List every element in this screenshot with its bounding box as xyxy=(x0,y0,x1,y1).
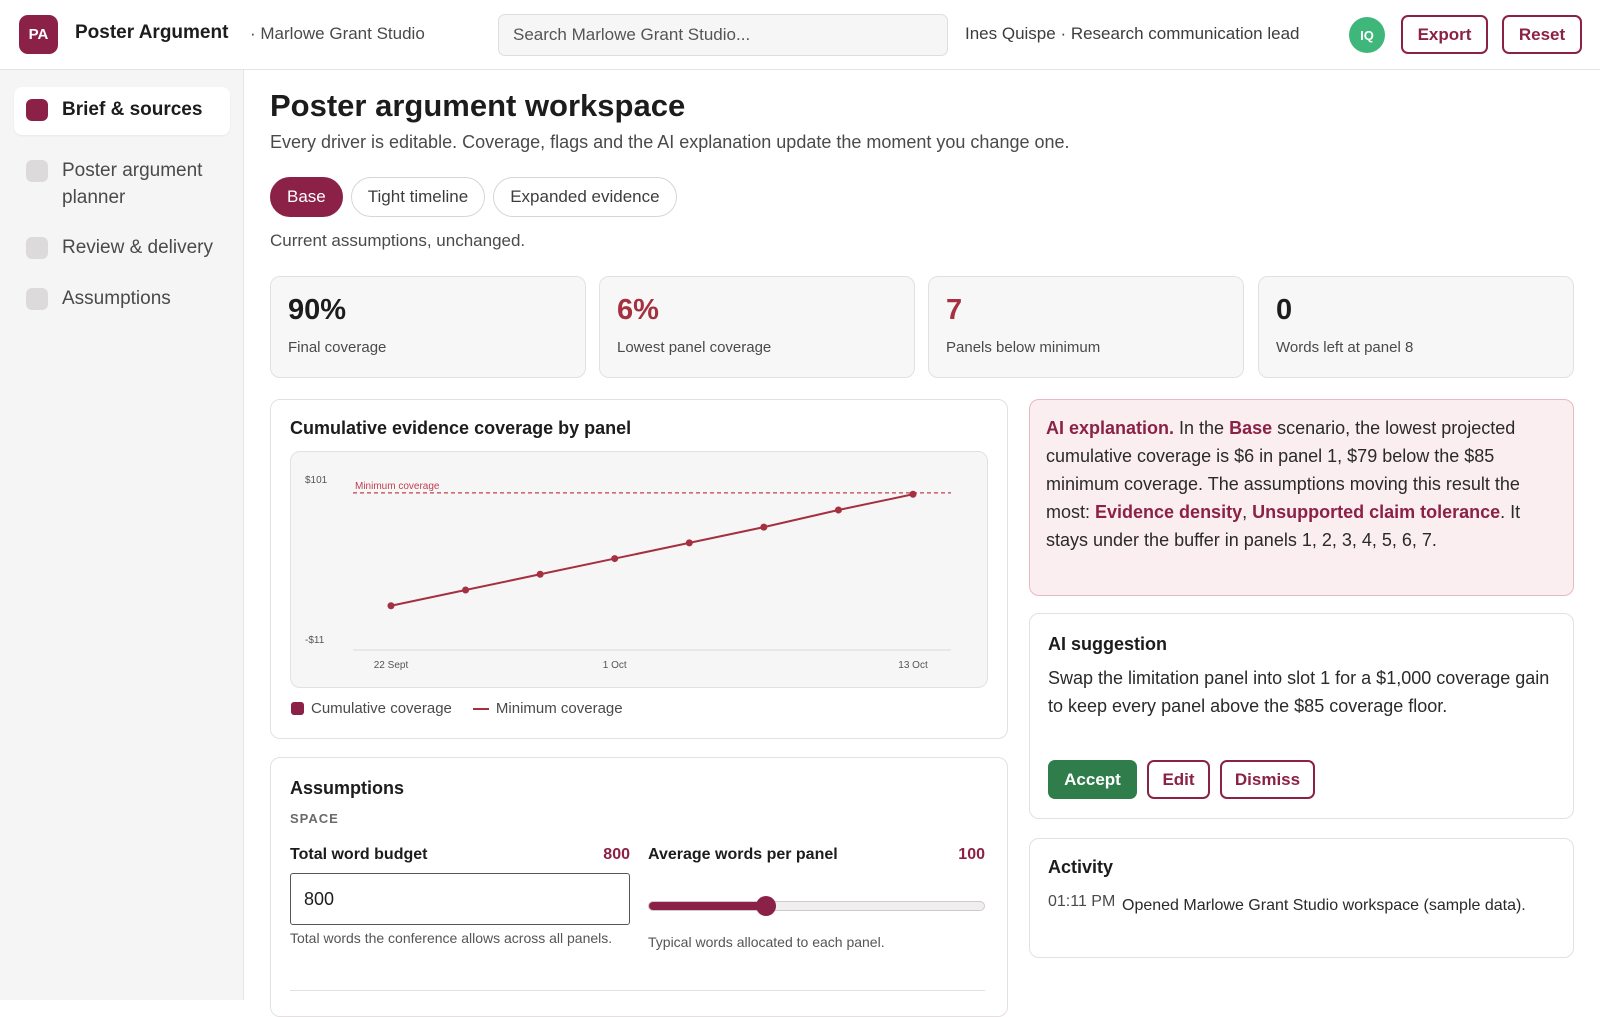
tab-tight-timeline[interactable]: Tight timeline xyxy=(350,177,486,217)
sidebar: Brief & sources Poster argument planner … xyxy=(0,70,244,1000)
kpi-lowest-panel-coverage: 6% Lowest panel coverage xyxy=(599,276,915,378)
suggestion-text: Swap the limitation panel into slot 1 fo… xyxy=(1048,668,1550,716)
avg-words-slider[interactable] xyxy=(648,896,985,916)
avg-words-value: 100 xyxy=(958,846,985,863)
chart-legend: Cumulative coverage Minimum coverage xyxy=(291,700,623,717)
scenario-note: Current assumptions, unchanged. xyxy=(270,231,526,250)
chart-area: $101 -$11 Minimum coverage 22 Sept 1 Oct 13 O… xyxy=(290,451,988,688)
y-tick-label: $101 xyxy=(305,475,328,486)
slider-fill xyxy=(649,902,767,910)
word-budget-value: 800 xyxy=(603,846,630,863)
ai-text-part: , xyxy=(1242,502,1253,522)
kpi-label: Words left at panel 8 xyxy=(1276,339,1414,356)
nav-marker-icon xyxy=(26,160,48,182)
nav-marker-icon xyxy=(26,288,48,310)
section-label-space: SPACE xyxy=(290,811,339,826)
suggestion-title: AI suggestion xyxy=(1048,634,1168,654)
reset-button[interactable]: Reset xyxy=(1502,15,1582,54)
kpi-label: Final coverage xyxy=(288,339,387,356)
word-budget-input[interactable] xyxy=(290,873,630,925)
kpi-label: Panels below minimum xyxy=(946,339,1101,356)
ai-driver-evidence-density: Evidence density xyxy=(1095,502,1243,522)
data-point xyxy=(462,586,470,594)
page-title: Poster argument workspace xyxy=(270,88,686,123)
kpi-final-coverage: 90% Final coverage xyxy=(270,276,586,378)
export-button[interactable]: Export xyxy=(1401,15,1488,54)
legend-swatch-icon xyxy=(291,702,304,715)
word-budget-label: Total word budget xyxy=(290,846,428,863)
data-point xyxy=(760,523,768,531)
kpi-value: 90% xyxy=(288,294,347,326)
nav-marker-icon xyxy=(26,237,48,259)
ai-explanation-lead: AI explanation. xyxy=(1046,418,1175,438)
x-tick-label: 13 Oct xyxy=(898,660,928,671)
search-input[interactable] xyxy=(498,14,948,56)
coverage-chart: $101 -$11 Minimum coverage 22 Sept 1 Oct 13 O… xyxy=(305,475,951,671)
series-line xyxy=(390,493,914,607)
sidebar-item-review-delivery[interactable]: Review & delivery xyxy=(14,225,230,273)
avatar[interactable]: IQ xyxy=(1349,17,1385,53)
y-tick-label: -$11 xyxy=(305,635,325,646)
activity-card: Activity 01:11 PM Opened Marlowe Grant S… xyxy=(1029,838,1574,958)
user-info: Ines Quispe · Research communication lea… xyxy=(965,24,1300,43)
dismiss-button[interactable]: Dismiss xyxy=(1220,760,1315,799)
sidebar-item-assumptions[interactable]: Assumptions xyxy=(14,276,230,324)
sidebar-item-poster-argument-planner[interactable]: Poster argument planner xyxy=(14,148,230,223)
divider xyxy=(290,990,985,991)
page-subtitle: Every driver is editable. Coverage, flag… xyxy=(270,132,1070,152)
ai-scenario-name: Base xyxy=(1229,418,1273,438)
slider-thumb[interactable] xyxy=(756,896,777,916)
ai-text-part: In the xyxy=(1174,418,1230,438)
workspace-name: · Marlowe Grant Studio xyxy=(250,24,425,43)
legend-threshold-label: Minimum coverage xyxy=(495,700,623,717)
data-point xyxy=(909,490,917,498)
assumptions-title: Assumptions xyxy=(290,778,405,798)
sidebar-item-label: Assumptions xyxy=(62,288,171,309)
threshold-label: Minimum coverage xyxy=(355,481,440,492)
accept-button[interactable]: Accept xyxy=(1048,760,1137,799)
ai-suggestion-card: AI suggestion Swap the limitation panel … xyxy=(1029,613,1574,819)
kpi-value: 6% xyxy=(617,294,659,326)
legend-line-icon xyxy=(472,707,489,710)
kpi-value: 7 xyxy=(946,294,963,326)
activity-time: 01:11 PM xyxy=(1048,893,1116,910)
kpi-label: Lowest panel coverage xyxy=(617,339,772,356)
assumptions-card: Assumptions SPACE Total word budget 800 … xyxy=(270,757,1008,1017)
data-point xyxy=(536,570,544,578)
data-point xyxy=(387,602,395,610)
x-tick-label: 22 Sept xyxy=(374,660,409,671)
tab-base[interactable]: Base xyxy=(270,177,343,217)
avg-words-label: Average words per panel xyxy=(648,846,838,863)
sidebar-item-brief-sources[interactable]: Brief & sources xyxy=(14,87,230,135)
ai-driver-unsupported-claim: Unsupported claim tolerance xyxy=(1252,502,1501,522)
avg-words-help: Typical words allocated to each panel. xyxy=(648,934,885,950)
word-budget-help: Total words the conference allows across… xyxy=(290,930,613,946)
ai-explanation-card: AI explanation. In the Base scenario, th… xyxy=(1029,399,1574,596)
chart-title: Cumulative evidence coverage by panel xyxy=(290,418,632,438)
app-title: Poster Argument xyxy=(75,22,229,43)
kpi-words-left: 0 Words left at panel 8 xyxy=(1258,276,1574,378)
sidebar-item-label: Poster argument planner xyxy=(62,160,203,208)
data-point xyxy=(611,555,619,563)
legend-series-label: Cumulative coverage xyxy=(311,700,452,717)
x-tick-label: 1 Oct xyxy=(603,660,627,671)
activity-title: Activity xyxy=(1048,857,1114,877)
edit-button[interactable]: Edit xyxy=(1147,760,1210,799)
data-point xyxy=(685,539,693,547)
data-point xyxy=(834,506,842,514)
coverage-chart-card: Cumulative evidence coverage by panel $1… xyxy=(270,399,1008,739)
kpi-panels-below-minimum: 7 Panels below minimum xyxy=(928,276,1244,378)
sidebar-item-label: Brief & sources xyxy=(62,99,203,120)
nav-marker-icon xyxy=(26,99,48,121)
top-bar: PA Poster Argument · Marlowe Grant Studi… xyxy=(0,0,1600,70)
scenario-tabs: Base Tight timeline Expanded evidence xyxy=(270,177,677,217)
activity-text: Opened Marlowe Grant Studio workspace (s… xyxy=(1122,897,1526,914)
kpi-value: 0 xyxy=(1276,294,1293,326)
sidebar-item-label: Review & delivery xyxy=(62,237,213,258)
tab-expanded-evidence[interactable]: Expanded evidence xyxy=(493,177,677,217)
app-logo: PA xyxy=(19,15,58,54)
